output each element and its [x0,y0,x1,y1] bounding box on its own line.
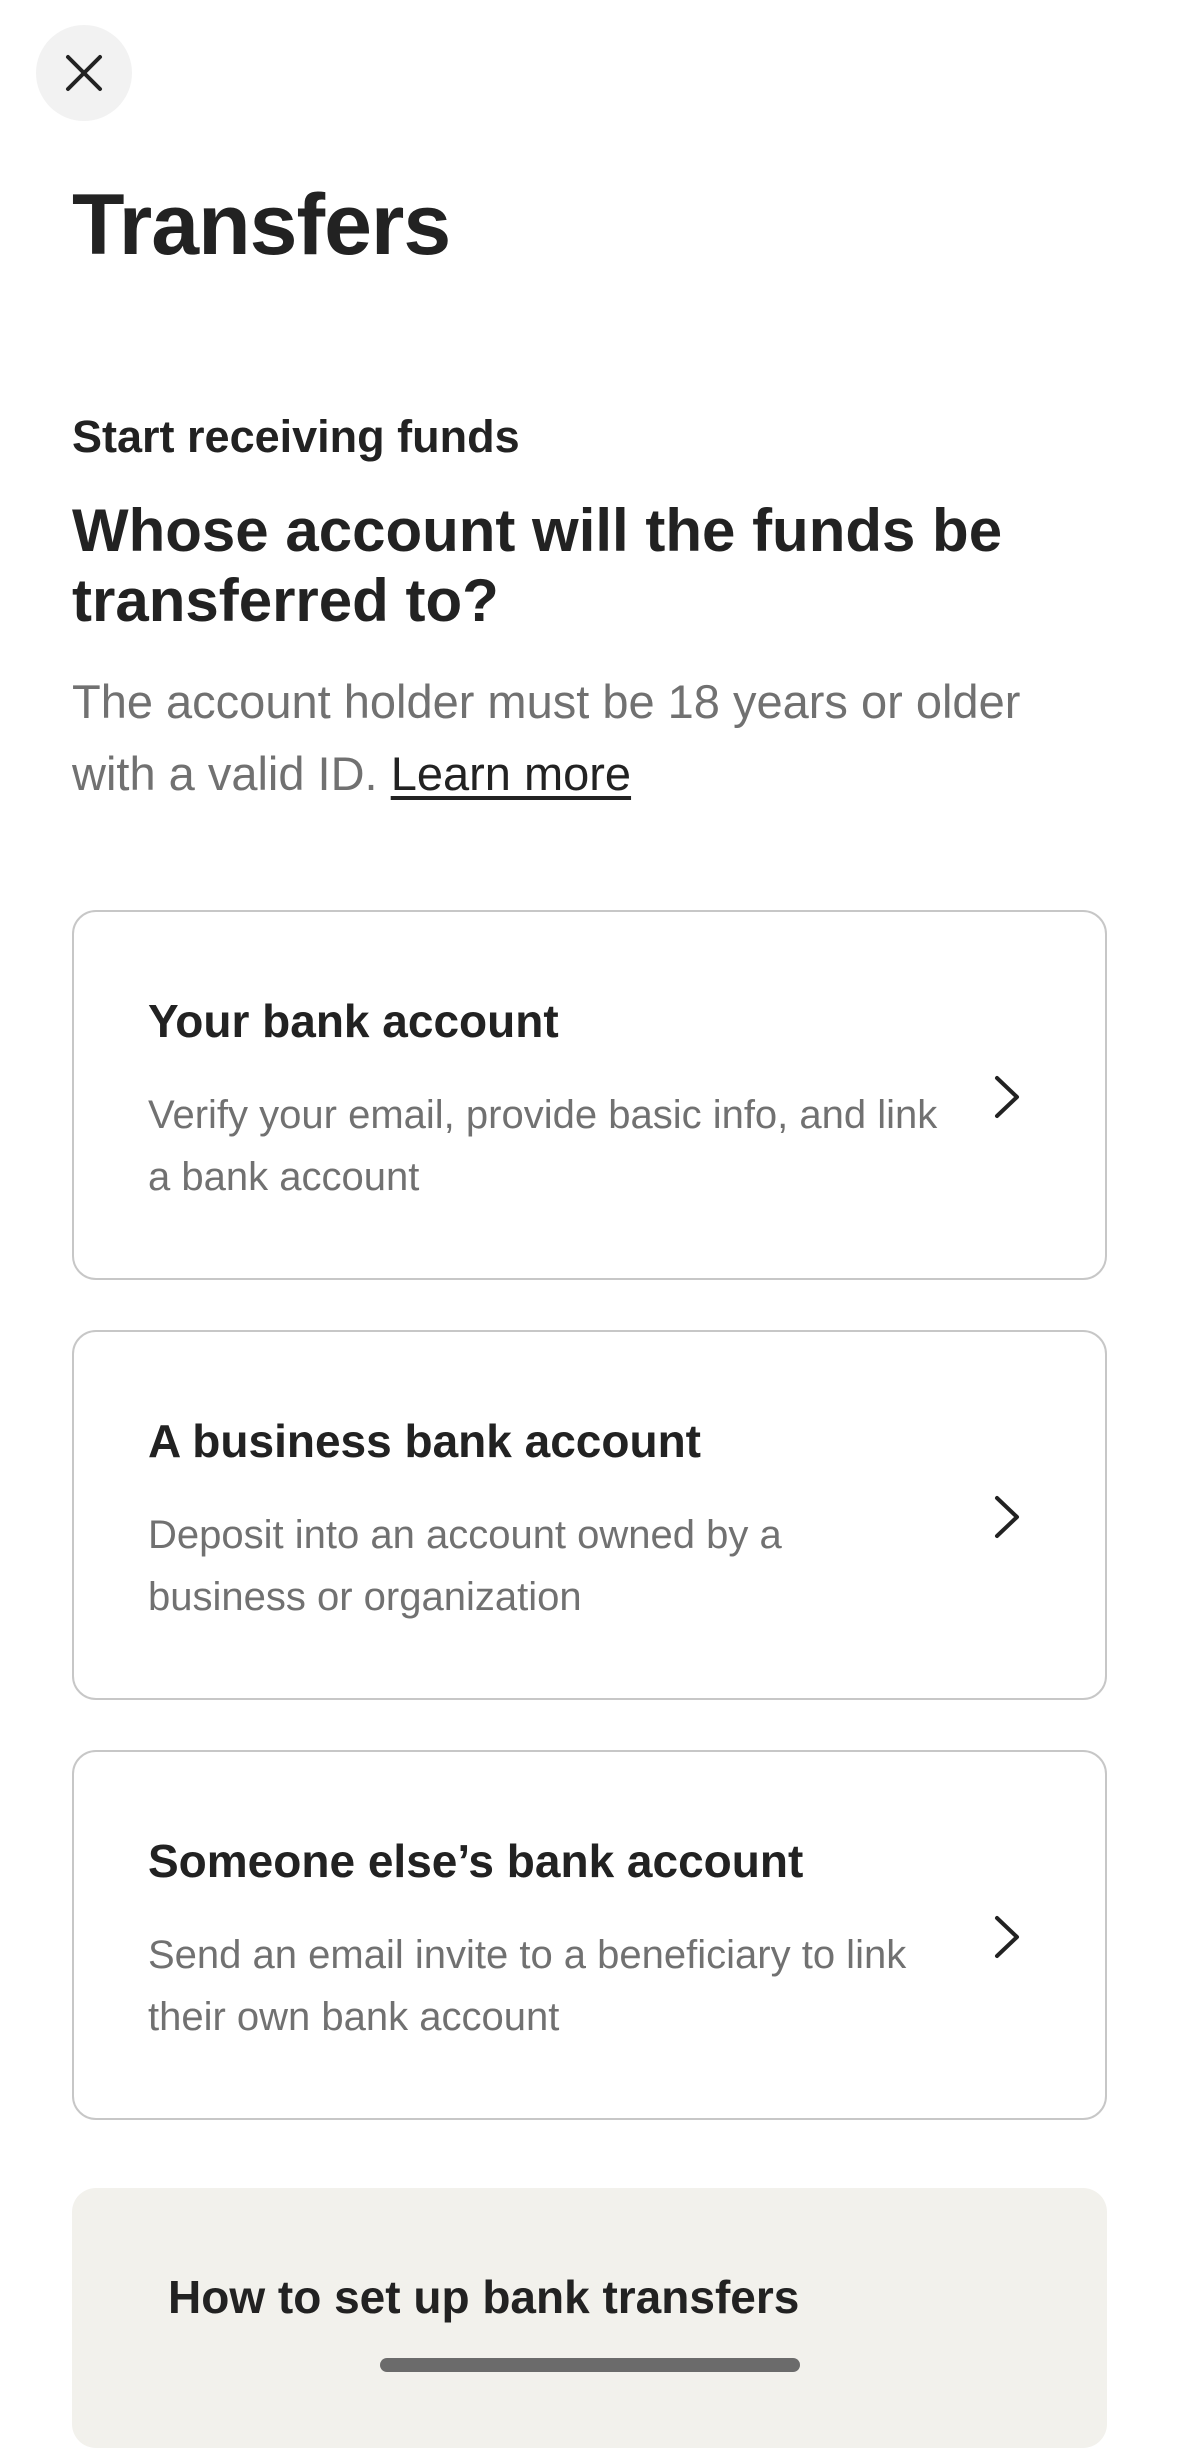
chevron-right-icon [987,1494,1027,1540]
chevron-right-icon [987,1074,1027,1120]
question-heading: Whose account will the funds be transfer… [72,497,1003,634]
learn-more-link[interactable]: Learn more [391,747,631,800]
info-panel-title: How to set up bank transfers [168,2271,800,2323]
home-indicator[interactable] [380,2358,800,2372]
option-description: Verify your email, provide basic info, a… [148,1093,938,1199]
option-title: Someone else’s bank account [148,1835,804,1887]
option-your-bank-account[interactable]: Your bank account Verify your email, pro… [72,910,1107,1280]
option-someone-else-bank-account[interactable]: Someone else’s bank account Send an emai… [72,1750,1107,2120]
page-title: Transfers [72,177,451,273]
close-icon [64,53,104,93]
close-button[interactable] [36,25,132,121]
option-title: Your bank account [148,995,559,1047]
option-description: Send an email invite to a beneficiary to… [148,1933,907,2039]
requirement-hint: The account holder must be 18 years or o… [72,666,1092,810]
bank-transfers-info-panel[interactable]: How to set up bank transfers [72,2188,1107,2448]
option-business-bank-account[interactable]: A business bank account Deposit into an … [72,1330,1107,1700]
option-description: Deposit into an account owned by a busin… [148,1513,782,1619]
chevron-right-icon [987,1914,1027,1960]
option-title: A business bank account [148,1415,701,1467]
section-eyebrow: Start receiving funds [72,411,520,462]
